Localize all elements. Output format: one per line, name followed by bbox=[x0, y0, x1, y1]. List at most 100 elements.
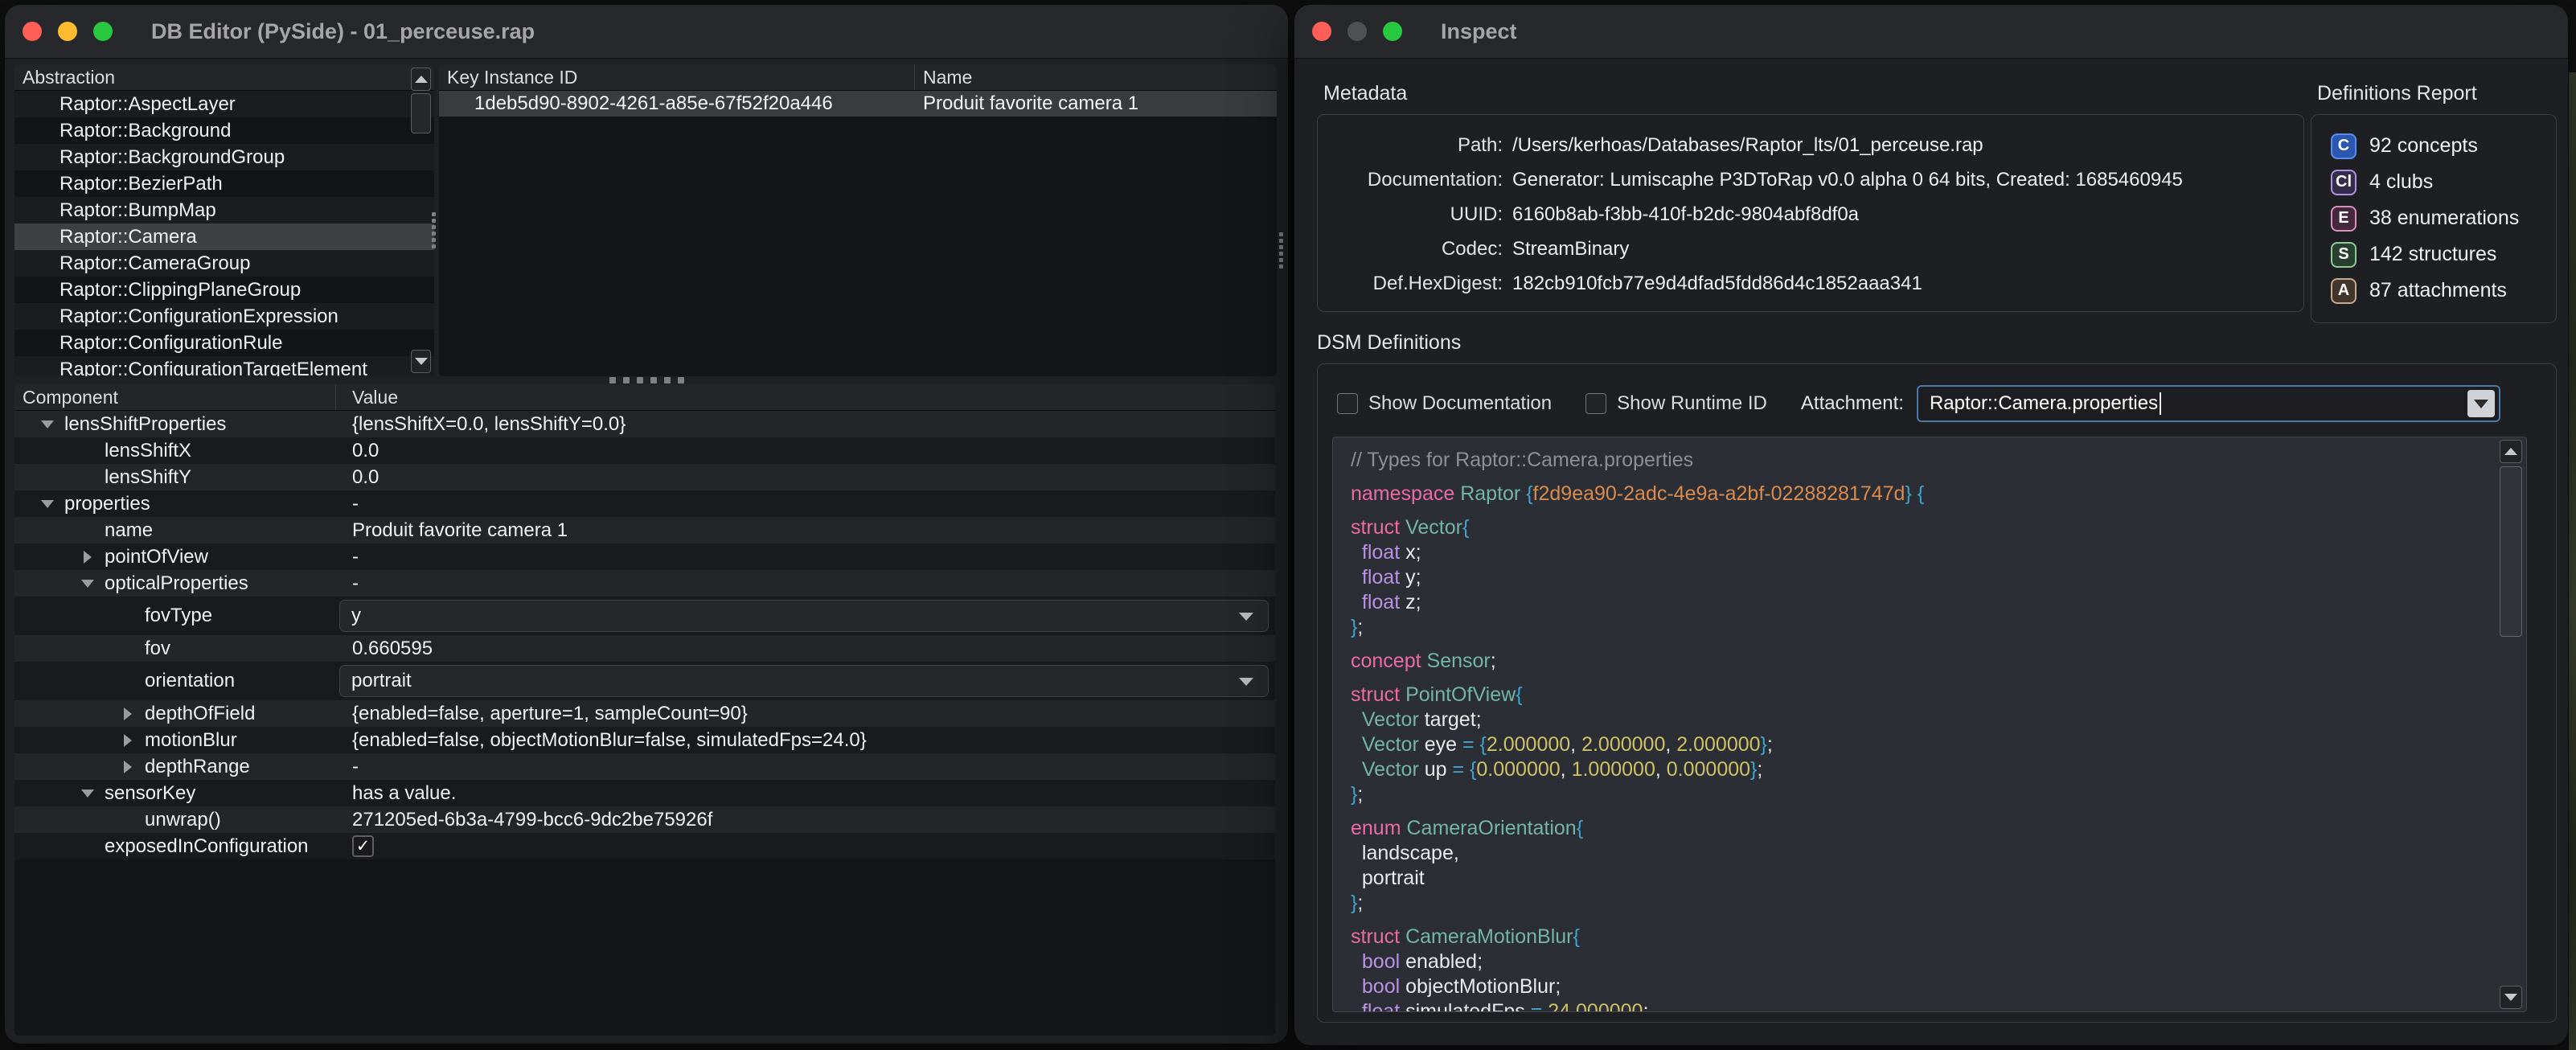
expand-icon[interactable] bbox=[124, 761, 132, 773]
fovType-combobox[interactable]: y bbox=[339, 600, 1269, 632]
maximize-button[interactable] bbox=[1383, 22, 1402, 41]
scroll-down-button[interactable] bbox=[411, 350, 431, 373]
component-row[interactable]: properties- bbox=[14, 490, 1275, 517]
components-pane: Component Value lensShiftProperties{lens… bbox=[14, 384, 1275, 1036]
abstraction-item[interactable]: Raptor::BezierPath bbox=[14, 170, 434, 197]
abstraction-scrollbar[interactable] bbox=[411, 68, 433, 373]
code-content: // Types for Raptor::Camera.propertiesna… bbox=[1333, 437, 2526, 1012]
attachment-dropdown-button[interactable] bbox=[2467, 390, 2495, 417]
abstraction-item[interactable]: Raptor::Camera bbox=[14, 224, 434, 250]
window-edge-splitter-handle[interactable] bbox=[1279, 232, 1283, 269]
show-runtime-id-label: Show Runtime ID bbox=[1617, 392, 1767, 415]
inspect-titlebar[interactable]: Inspect bbox=[1294, 5, 2568, 59]
scroll-up-button[interactable] bbox=[2500, 440, 2522, 463]
code-line: }; bbox=[1351, 891, 2478, 916]
component-label: fov bbox=[145, 638, 170, 660]
abstraction-item[interactable]: Raptor::BackgroundGroup bbox=[14, 144, 434, 170]
abstraction-item[interactable]: Raptor::AspectLayer bbox=[14, 91, 434, 117]
component-row[interactable]: lensShiftX0.0 bbox=[14, 437, 1275, 464]
component-row[interactable]: fov0.660595 bbox=[14, 635, 1275, 662]
abstraction-item[interactable]: Raptor::ClippingPlaneGroup bbox=[14, 277, 434, 303]
column-name[interactable]: Name bbox=[915, 64, 972, 90]
collapse-icon[interactable] bbox=[41, 500, 54, 508]
component-row[interactable]: motionBlur{enabled=false, objectMotionBl… bbox=[14, 727, 1275, 753]
instances-pane: Key Instance ID Name 1deb5d90-8902-4261-… bbox=[439, 64, 1277, 376]
collapse-icon[interactable] bbox=[81, 790, 94, 798]
expand-icon[interactable] bbox=[124, 708, 132, 720]
component-row[interactable]: nameProduit favorite camera 1 bbox=[14, 517, 1275, 543]
expand-icon[interactable] bbox=[84, 551, 92, 564]
collapse-icon[interactable] bbox=[81, 580, 94, 588]
instances-column-header[interactable]: Key Instance ID Name bbox=[439, 64, 1277, 91]
horizontal-splitter-handle[interactable] bbox=[609, 377, 684, 383]
arrow-up-icon bbox=[2504, 448, 2517, 455]
metadata-label: UUID: bbox=[1318, 203, 1503, 226]
component-row[interactable]: exposedInConfiguration ✓ bbox=[14, 833, 1275, 859]
component-value: {enabled=false, aperture=1, sampleCount=… bbox=[352, 703, 748, 725]
desktop-background-sliver bbox=[2569, 72, 2576, 1050]
maximize-button[interactable] bbox=[93, 22, 113, 41]
metadata-value: 182cb910fcb77e9d4dfad5fdd86d4c1852aaa341 bbox=[1512, 273, 1922, 295]
abstraction-header-label: Abstraction bbox=[14, 64, 115, 90]
a-badge-icon: A bbox=[2331, 278, 2357, 304]
component-row[interactable]: lensShiftProperties{lensShiftX=0.0, lens… bbox=[14, 411, 1275, 437]
component-row[interactable]: depthOfField{enabled=false, aperture=1, … bbox=[14, 700, 1275, 727]
component-row[interactable]: opticalProperties- bbox=[14, 570, 1275, 597]
chevron-down-icon bbox=[1239, 613, 1253, 621]
scrollbar-thumb[interactable] bbox=[2500, 466, 2522, 637]
component-label: exposedInConfiguration bbox=[105, 835, 309, 858]
component-row[interactable]: unwrap()271205ed-6b3a-4799-bcc6-9dc2be75… bbox=[14, 806, 1275, 833]
instance-row[interactable]: 1deb5d90-8902-4261-a85e-67f52f20a446Prod… bbox=[439, 91, 1277, 117]
c-badge-icon: C bbox=[2331, 133, 2357, 159]
abstraction-item[interactable]: Raptor::ConfigurationExpression bbox=[14, 303, 434, 330]
component-row[interactable]: orientation portrait bbox=[14, 662, 1275, 700]
expand-icon[interactable] bbox=[124, 734, 132, 747]
abstraction-item[interactable]: Raptor::BumpMap bbox=[14, 197, 434, 224]
orientation-combobox[interactable]: portrait bbox=[339, 665, 1269, 697]
close-button[interactable] bbox=[1312, 22, 1331, 41]
column-component[interactable]: Component bbox=[14, 384, 336, 410]
show-documentation-checkbox[interactable] bbox=[1337, 393, 1358, 414]
attachment-value: Raptor::Camera.properties bbox=[1930, 392, 2158, 415]
code-scrollbar[interactable] bbox=[2500, 440, 2524, 1009]
metadata-row: Codec:StreamBinary bbox=[1318, 232, 2303, 266]
show-runtime-id-checkbox[interactable] bbox=[1585, 393, 1606, 414]
component-row[interactable]: pointOfView- bbox=[14, 543, 1275, 570]
component-label: fovType bbox=[145, 605, 212, 627]
collapse-icon[interactable] bbox=[41, 420, 54, 429]
attachment-combobox[interactable]: Raptor::Camera.properties bbox=[1917, 385, 2500, 422]
instance-name: Produit favorite camera 1 bbox=[915, 92, 1138, 115]
abstraction-item[interactable]: Raptor::CameraGroup bbox=[14, 250, 434, 277]
scrollbar-thumb[interactable] bbox=[411, 93, 431, 133]
vertical-splitter-handle[interactable] bbox=[432, 212, 436, 248]
text-cursor bbox=[2160, 392, 2161, 415]
chevron-down-icon bbox=[2474, 400, 2488, 408]
components-column-header[interactable]: Component Value bbox=[14, 384, 1275, 411]
component-value: 0.0 bbox=[352, 466, 379, 489]
code-line: Vector target; bbox=[1351, 708, 2478, 732]
component-label: orientation bbox=[145, 670, 235, 692]
abstraction-item[interactable]: Raptor::ConfigurationRule bbox=[14, 330, 434, 356]
column-key-instance-id[interactable]: Key Instance ID bbox=[439, 64, 915, 90]
dsm-code-view[interactable]: // Types for Raptor::Camera.propertiesna… bbox=[1332, 437, 2527, 1012]
component-row[interactable]: sensorKeyhas a value. bbox=[14, 780, 1275, 806]
metadata-value: /Users/kerhoas/Databases/Raptor_lts/01_p… bbox=[1512, 134, 1983, 157]
abstraction-column-header[interactable]: Abstraction bbox=[14, 64, 434, 91]
db-editor-titlebar[interactable]: DB Editor (PySide) - 01_perceuse.rap bbox=[5, 5, 1288, 59]
code-line: enum CameraOrientation{ bbox=[1351, 816, 2478, 841]
close-button[interactable] bbox=[23, 22, 42, 41]
scroll-down-button[interactable] bbox=[2500, 986, 2522, 1009]
dsm-definitions-heading: DSM Definitions bbox=[1317, 331, 1461, 355]
scroll-up-button[interactable] bbox=[411, 68, 431, 91]
report-item-label: 87 attachments bbox=[2369, 279, 2507, 302]
abstraction-item[interactable]: Raptor::ConfigurationTargetElement bbox=[14, 356, 434, 376]
abstraction-item[interactable]: Raptor::Background bbox=[14, 117, 434, 144]
s-badge-icon: S bbox=[2331, 242, 2357, 268]
report-item-label: 142 structures bbox=[2369, 243, 2496, 266]
component-row[interactable]: depthRange- bbox=[14, 753, 1275, 780]
minimize-button[interactable] bbox=[58, 22, 77, 41]
component-row[interactable]: fovType y bbox=[14, 597, 1275, 635]
column-value[interactable]: Value bbox=[336, 384, 398, 410]
exposedInConfiguration-checkbox[interactable]: ✓ bbox=[352, 835, 374, 857]
component-row[interactable]: lensShiftY0.0 bbox=[14, 464, 1275, 490]
